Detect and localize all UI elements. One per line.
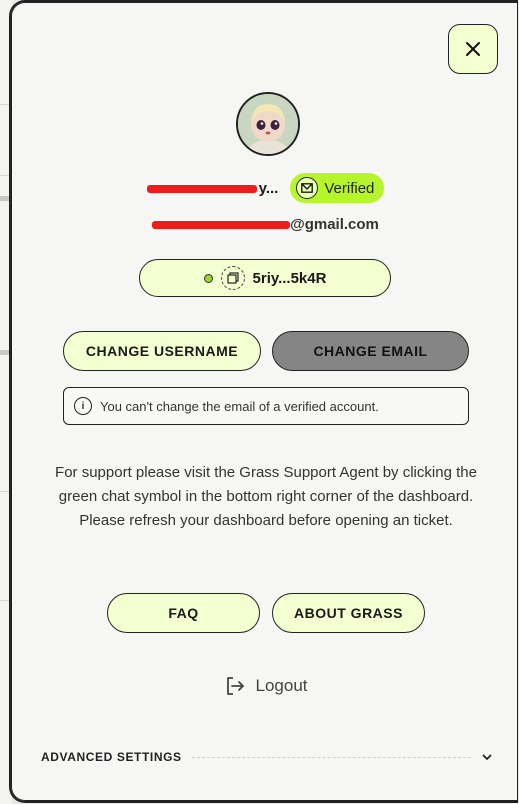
- email-address: @gmail.com: [11, 216, 519, 233]
- profile-modal: y... Verified @gmail.com 5riy...5k4R CHA…: [9, 0, 518, 803]
- close-button[interactable]: [448, 24, 498, 74]
- email-notice: i You can't change the email of a verifi…: [63, 387, 469, 425]
- logout-icon: [226, 677, 244, 695]
- notice-text: You can't change the email of a verified…: [100, 398, 379, 414]
- verified-label: Verified: [324, 179, 375, 197]
- verified-mail-icon: [296, 177, 319, 199]
- divider: [191, 756, 471, 758]
- wallet-address: 5riy...5k4R: [252, 269, 327, 287]
- advanced-settings-toggle[interactable]: ADVANCED SETTINGS: [41, 746, 493, 768]
- change-username-button[interactable]: CHANGE USERNAME: [63, 331, 261, 371]
- status-dot: [203, 273, 213, 283]
- avatar: [236, 92, 300, 156]
- logout-label: Logout: [255, 676, 308, 695]
- logout-button[interactable]: Logout: [11, 672, 519, 700]
- info-icon: i: [74, 397, 92, 415]
- copy-icon: [220, 266, 245, 290]
- change-email-button[interactable]: CHANGE EMAIL: [272, 331, 469, 371]
- verified-badge: Verified: [290, 173, 385, 203]
- redaction-mark: [152, 221, 291, 230]
- advanced-settings-label: ADVANCED SETTINGS: [41, 750, 182, 764]
- close-icon: [466, 42, 480, 56]
- username-row: y... Verified: [11, 173, 519, 203]
- about-grass-button[interactable]: ABOUT GRASS: [272, 593, 425, 633]
- support-text: For support please visit the Grass Suppo…: [55, 464, 477, 529]
- wallet-address-button[interactable]: 5riy...5k4R: [139, 259, 391, 297]
- username: y...: [146, 180, 278, 197]
- chevron-down-icon: [482, 754, 492, 760]
- redaction-mark: [146, 184, 257, 193]
- faq-button[interactable]: FAQ: [107, 593, 260, 633]
